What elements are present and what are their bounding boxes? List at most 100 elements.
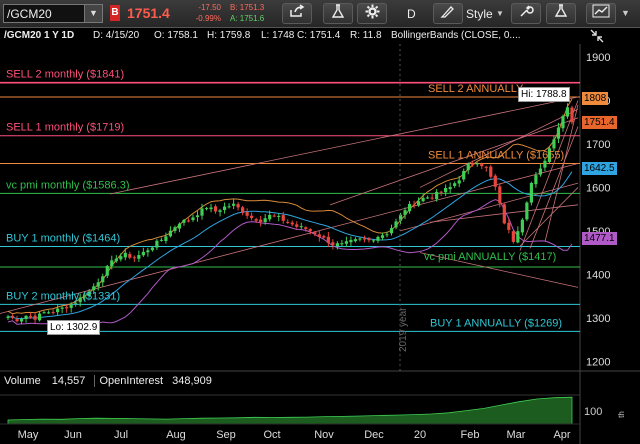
candle-body: [457, 180, 461, 184]
lo-callout: Lo: 1302.9: [47, 320, 101, 335]
candle-body: [529, 182, 533, 203]
candle-body: [426, 197, 430, 199]
date-axis: May Jun Jul Aug Sep Oct Nov Dec 20 Feb Mar Apr: [18, 429, 571, 441]
candle-body: [200, 208, 204, 216]
candle-body: [28, 316, 33, 318]
candle-body: [304, 227, 308, 229]
candle-body: [380, 235, 385, 238]
level-label: SELL 2 ANNUALLY: [428, 83, 524, 95]
candle-body: [182, 219, 186, 223]
candle-body: [416, 201, 421, 206]
candle-body: [471, 163, 475, 165]
candle-body: [290, 222, 294, 225]
y-tick-label: 1900: [586, 52, 610, 64]
x-tick-label: May: [18, 429, 39, 441]
y-tick-label: 1700: [586, 139, 610, 151]
candle-body: [439, 191, 443, 193]
x-tick-label: Oct: [263, 429, 280, 441]
candle-body: [65, 307, 69, 309]
candle-body: [349, 239, 353, 243]
candle-body: [15, 319, 19, 322]
candle-body: [213, 206, 218, 212]
bb-lower-tag: 1477.1: [582, 232, 617, 245]
candle-body: [389, 228, 394, 234]
last-price-tag: 1751.4: [582, 116, 617, 129]
candle-body: [331, 242, 335, 245]
x-tick-label: Sep: [216, 429, 236, 441]
trend-line: [399, 182, 579, 232]
candle-body: [520, 219, 524, 233]
candle-body: [105, 265, 109, 276]
candle-body: [227, 206, 231, 208]
candle-body: [371, 240, 376, 242]
candle-body: [313, 232, 317, 235]
candle-body: [480, 163, 484, 167]
candle-body: [362, 238, 367, 240]
level-label: vc pmi monthly ($1586.3): [6, 179, 130, 191]
candle-body: [435, 191, 439, 200]
candle-body: [516, 231, 520, 243]
candle-body: [74, 302, 78, 304]
candle-body: [493, 175, 497, 187]
candle-body: [570, 107, 574, 123]
sell2-annual-tag: 1808: [582, 92, 609, 105]
level-label: SELL 1 ANNUALLY ($1655): [428, 150, 564, 162]
candle-body: [322, 236, 326, 238]
candle-body: [317, 234, 321, 238]
candle-body: [430, 197, 434, 199]
candle-body: [159, 239, 164, 241]
candle-body: [335, 243, 339, 247]
candle-body: [51, 312, 55, 314]
candle-body: [484, 166, 488, 168]
candle-body: [462, 170, 466, 180]
year-marker-label: 2019 year: [398, 307, 409, 352]
candle-body: [250, 215, 254, 219]
candle-body: [96, 282, 100, 287]
candle-body: [128, 254, 132, 258]
candle-body: [561, 116, 565, 129]
oi-value: 348,909: [172, 375, 212, 387]
candle-body: [137, 255, 141, 259]
candle-body: [295, 224, 299, 227]
level-label: BUY 1 ANNUALLY ($1269): [430, 317, 562, 329]
candle-body: [114, 258, 118, 262]
candle-body: [101, 276, 105, 283]
candle-body: [123, 252, 127, 258]
candle-body: [534, 175, 538, 185]
candle-body: [56, 308, 60, 313]
candle-body: [489, 166, 493, 177]
candle-body: [376, 236, 380, 241]
candle-body: [218, 210, 222, 212]
candle-body: [308, 229, 312, 232]
candle-body: [552, 139, 556, 149]
x-tick-label: Jun: [64, 429, 82, 441]
level-label: vc pmi ANNUALLY ($1417): [424, 251, 556, 263]
candle-body: [110, 260, 114, 267]
candle-body: [344, 241, 348, 244]
x-tick-label: Feb: [461, 429, 480, 441]
candle-body: [502, 204, 506, 224]
candle-body: [33, 315, 37, 320]
candle-body: [507, 222, 511, 230]
volume-area: [0, 396, 580, 425]
candle-body: [358, 238, 362, 240]
trend-line: [109, 96, 579, 195]
candle-body: [150, 247, 154, 251]
candle-body: [543, 160, 547, 168]
oi-label: OpenInterest: [94, 375, 164, 387]
candle-body: [141, 251, 145, 256]
candle-body: [453, 183, 457, 186]
candle-body: [60, 307, 64, 309]
candle-body: [42, 312, 46, 314]
candle-body: [286, 221, 290, 223]
y-tick-label: 1600: [586, 182, 610, 194]
candle-body: [232, 203, 236, 206]
candle-body: [164, 236, 168, 241]
candle-body: [6, 316, 10, 318]
candle-body: [204, 208, 209, 210]
x-tick-label: Nov: [314, 429, 334, 441]
candle-body: [209, 207, 213, 210]
candle-body: [19, 318, 24, 322]
candle-body: [263, 218, 267, 223]
candle-body: [511, 231, 515, 242]
